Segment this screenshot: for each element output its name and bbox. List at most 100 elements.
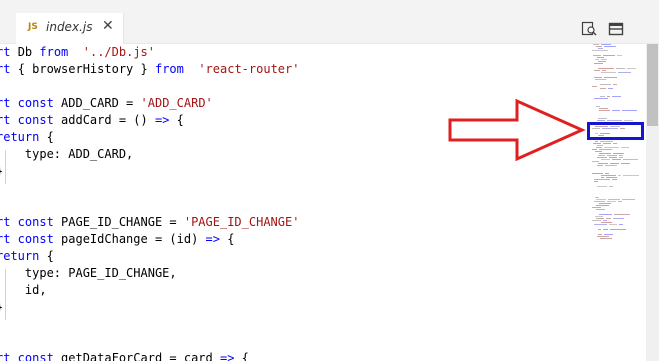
minimap-line (600, 88, 606, 89)
code-text: Db (17, 45, 40, 59)
minimap-line (594, 77, 602, 78)
code-editor[interactable]: rt Db from '../Db.js'rt { browserHistory… (0, 44, 590, 361)
minimap-line (622, 110, 637, 111)
minimap-line (597, 145, 603, 146)
minimap-line (618, 72, 631, 73)
code-keyword: from (154, 62, 184, 76)
code-text: { (46, 249, 54, 263)
tab-index-js[interactable]: JS index.js ✕ (16, 13, 124, 44)
minimap-line (592, 86, 597, 87)
minimap-line (610, 163, 619, 164)
code-text: { (241, 351, 249, 361)
code-text: id, (0, 283, 47, 297)
code-keyword: return (0, 130, 40, 144)
tab-label: index.js (46, 20, 93, 34)
minimap-line (601, 177, 604, 178)
minimap-line (619, 157, 623, 158)
red-arrow-annotation (448, 98, 586, 162)
code-line: rt { browserHistory } from 'react-router… (0, 61, 299, 78)
minimap-line (600, 96, 605, 97)
scrollbar-thumb[interactable] (647, 44, 658, 126)
minimap-line (624, 120, 633, 121)
code-line: type: PAGE_ID_CHANGE, (0, 265, 177, 282)
code-text: { browserHistory } (17, 62, 155, 76)
minimap-line (597, 165, 603, 166)
code-text: ADD_CARD = (61, 96, 141, 110)
minimap-line (621, 147, 629, 148)
minimap-line (593, 55, 601, 56)
js-file-icon: JS (28, 22, 38, 32)
minimap-line (613, 84, 617, 85)
code-keyword: rt const (0, 96, 54, 110)
indent-guide (5, 150, 6, 184)
code-line: type: ADD_CARD, (0, 146, 133, 163)
minimap-line (592, 173, 603, 174)
minimap-line (599, 110, 610, 111)
code-keyword: return (0, 249, 40, 263)
code-text: { (46, 130, 54, 144)
minimap-line (609, 157, 617, 158)
minimap-line (613, 143, 617, 144)
minimap-line (613, 218, 624, 219)
minimap-line (610, 229, 626, 230)
minimap-line (595, 197, 599, 198)
minimap-line (592, 50, 608, 51)
code-line: return { (0, 248, 54, 265)
minimap-line (598, 118, 607, 119)
minimap-line (597, 57, 604, 58)
minimap-line (593, 143, 601, 144)
minimap-line (592, 207, 601, 208)
code-keyword: rt const (0, 113, 54, 127)
code-line: rt Db from '../Db.js' (0, 44, 155, 61)
minimap-line (594, 201, 605, 202)
code-line: rt const getDataForCard = card => { (0, 350, 249, 361)
minimap-line (604, 147, 619, 148)
minimap-line (603, 143, 611, 144)
minimap-line (598, 48, 603, 49)
minimap-line (601, 175, 616, 176)
minimap-line (609, 224, 617, 225)
minimap-line (597, 236, 609, 237)
minimap-line (607, 120, 622, 121)
minimap-line (600, 238, 612, 239)
minimap-line (596, 106, 600, 107)
code-text: type: PAGE_ID_CHANGE, (0, 266, 177, 280)
code-line: } (0, 299, 3, 316)
minimap[interactable] (590, 44, 646, 361)
minimap-line (592, 220, 601, 221)
minimap-line (603, 55, 615, 56)
minimap-line (597, 157, 607, 158)
minimap-line (618, 201, 622, 202)
minimap-line (596, 218, 604, 219)
minimap-line (598, 229, 601, 230)
minimap-line (613, 153, 624, 154)
minimap-line (621, 163, 630, 164)
minimap-line (595, 216, 603, 217)
minimap-line (608, 88, 613, 89)
code-text: getDataForCard = card (61, 351, 220, 361)
split-editor-icon[interactable] (608, 21, 624, 37)
minimap-line (597, 186, 607, 187)
minimap-line (606, 177, 617, 178)
minimap-line (596, 147, 602, 148)
minimap-line (594, 224, 607, 225)
minimap-line (605, 173, 609, 174)
code-keyword: rt (0, 62, 11, 76)
close-icon[interactable]: ✕ (102, 18, 114, 34)
code-line: return { (0, 129, 54, 146)
minimap-line (599, 203, 611, 204)
minimap-line (601, 44, 611, 45)
open-changes-icon[interactable] (581, 21, 597, 37)
minimap-line (612, 159, 621, 160)
minimap-line (607, 96, 610, 97)
code-string: 'react-router' (191, 62, 300, 76)
minimap-line (606, 218, 611, 219)
minimap-line (605, 165, 617, 166)
minimap-line (599, 108, 608, 109)
minimap-line (609, 186, 613, 187)
minimap-line (598, 155, 605, 156)
minimap-line (594, 98, 608, 99)
minimap-line (603, 220, 607, 221)
minimap-line (601, 159, 610, 160)
code-keyword: => (219, 351, 235, 361)
